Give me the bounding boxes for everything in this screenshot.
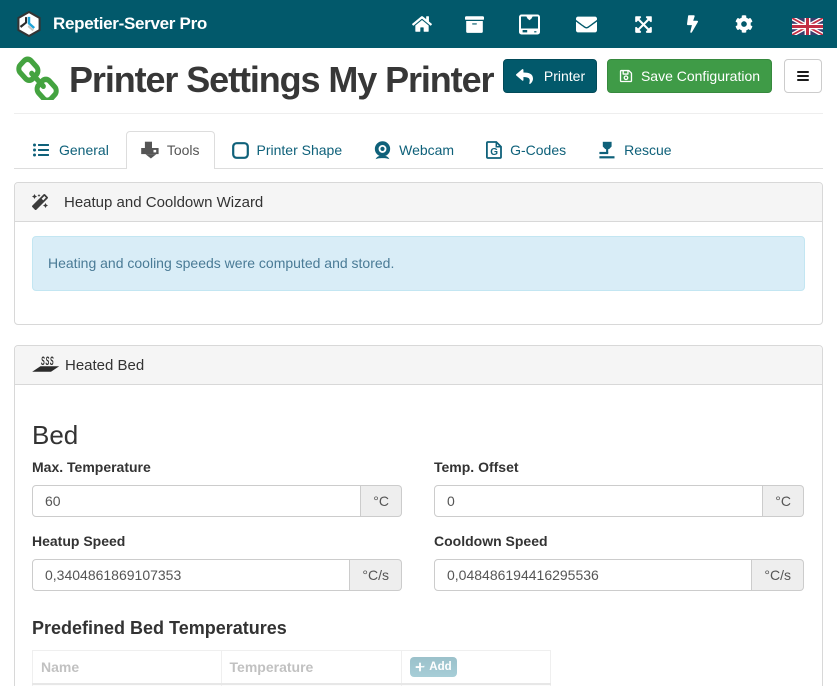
svg-text:SSS: SSS: [41, 356, 54, 367]
svg-text:G: G: [490, 147, 498, 158]
